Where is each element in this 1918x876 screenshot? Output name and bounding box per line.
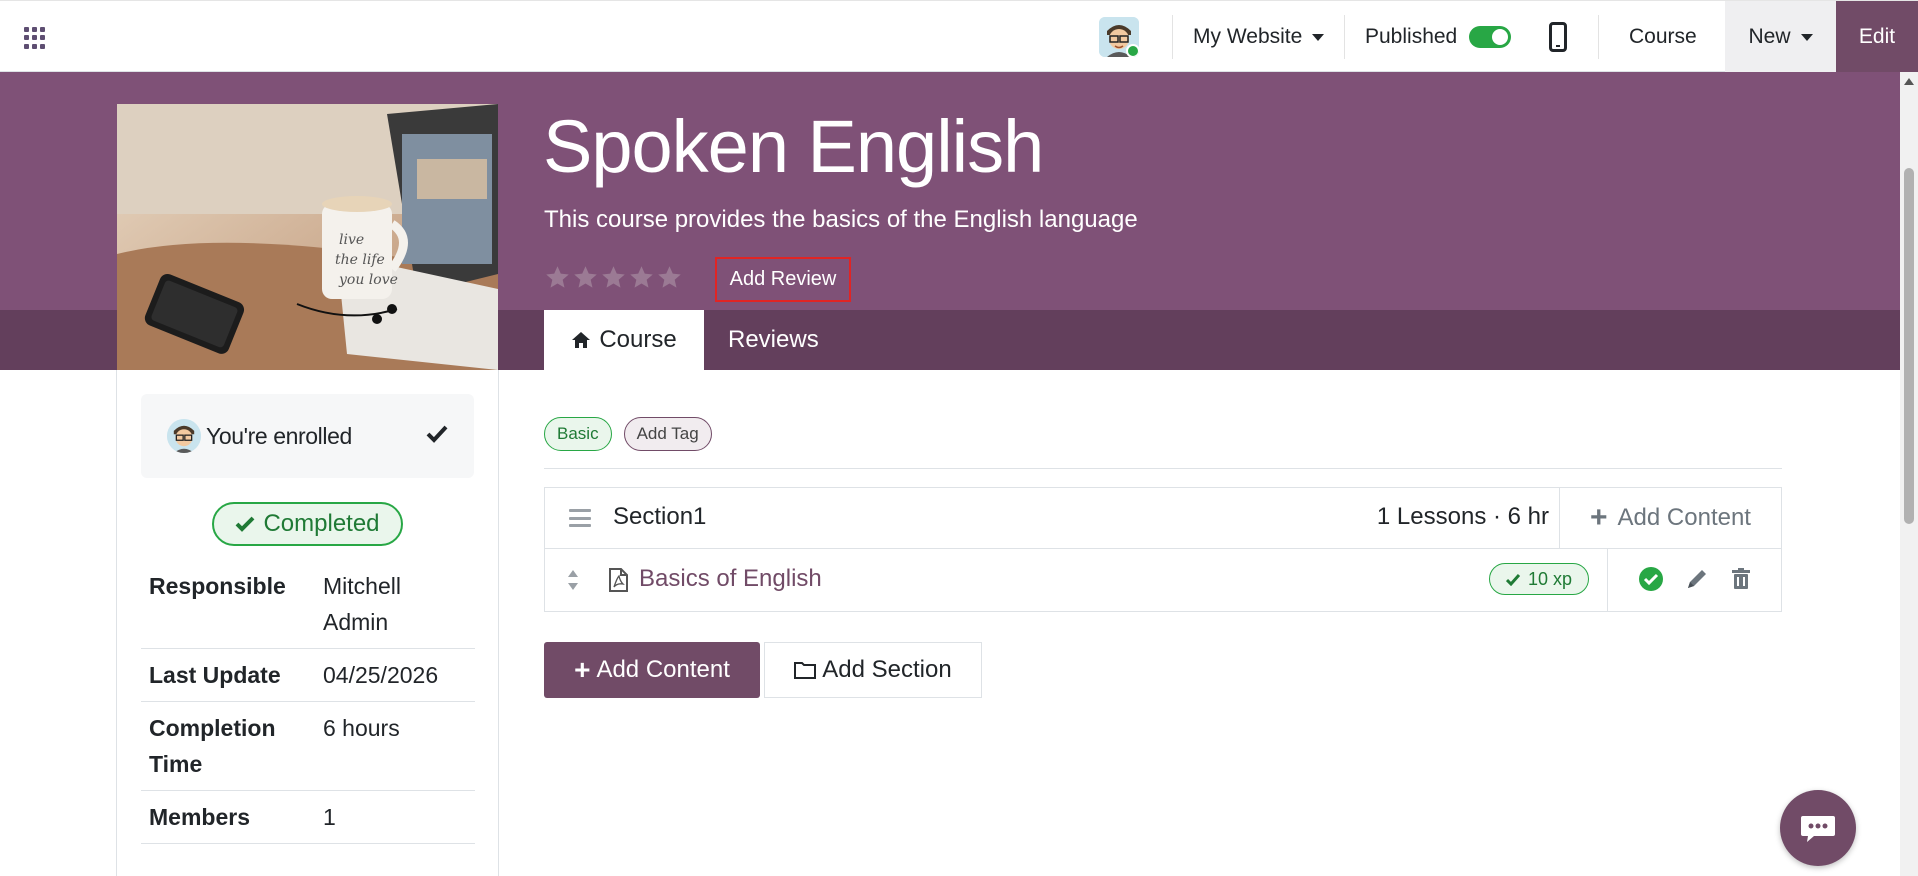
add-tag-button[interactable]: Add Tag	[623, 417, 712, 451]
xp-value: 10 xp	[1527, 568, 1573, 589]
chevron-down-icon	[1312, 33, 1325, 41]
info-value: Mitchell Admin	[323, 573, 401, 635]
star-icon	[630, 266, 653, 288]
svg-text:live: live	[339, 232, 364, 248]
info-value: 1	[323, 804, 336, 830]
plus-icon: +	[1590, 501, 1608, 534]
pencil-icon[interactable]	[1684, 566, 1710, 592]
new-button[interactable]: New	[1725, 1, 1836, 73]
info-key: Completion Time	[149, 715, 276, 777]
published-toggle[interactable]	[1469, 26, 1512, 48]
section-header: Section1 1 Lessons · 6 hr + Add Content	[545, 488, 1781, 549]
scrollbar-thumb[interactable]	[1904, 168, 1914, 524]
info-value: 6 hours	[323, 715, 400, 741]
course-description: This course provides the basics of the E…	[544, 206, 1138, 233]
divider	[1598, 15, 1599, 59]
livechat-button[interactable]	[1780, 790, 1856, 866]
chat-bubble-icon	[1801, 816, 1835, 842]
sort-handle-icon[interactable]	[567, 569, 579, 591]
tab-reviews[interactable]: Reviews	[728, 310, 819, 370]
check-circle-icon[interactable]	[1638, 566, 1664, 592]
tab-reviews-label: Reviews	[728, 326, 819, 353]
xp-badge: 10 xp	[1489, 563, 1589, 595]
tab-course[interactable]: Course	[544, 310, 704, 370]
folder-icon	[794, 662, 817, 679]
info-row-last-update: Last Update 04/25/2026	[141, 649, 475, 702]
add-section-button[interactable]: Add Section	[764, 642, 982, 698]
avatar	[167, 419, 201, 453]
course-menu-button[interactable]: Course	[1629, 1, 1697, 73]
info-value: 04/25/2026	[323, 662, 439, 688]
add-content-label: Add Content	[596, 656, 730, 683]
star-icon	[658, 266, 681, 288]
divider	[544, 468, 1782, 469]
online-status-dot	[1126, 44, 1139, 57]
tab-course-label: Course	[599, 326, 677, 353]
section-add-content-button[interactable]: + Add Content	[1559, 488, 1781, 548]
check-icon	[426, 425, 448, 443]
divider	[1344, 15, 1345, 59]
tag-basic[interactable]: Basic	[544, 417, 612, 451]
drag-handle-icon[interactable]	[569, 509, 591, 527]
enrolled-text: You're enrolled	[206, 422, 352, 449]
info-key: Members	[149, 804, 250, 830]
course-info-table: Responsible Mitchell Admin Last Update 0…	[141, 560, 475, 844]
section-title[interactable]: Section1	[613, 503, 706, 531]
section-meta: 1 Lessons · 6 hr	[1376, 503, 1549, 530]
lesson-title[interactable]: Basics of English	[639, 565, 822, 593]
rating-stars	[544, 264, 683, 291]
star-icon	[602, 266, 625, 288]
top-navbar: My Website Published Course New Edit	[0, 0, 1918, 73]
add-content-button[interactable]: + Add Content	[544, 642, 760, 698]
star-icon	[574, 266, 597, 288]
course-cover-image: live the life you love	[117, 104, 498, 370]
list-item: Basics of English 10 xp	[545, 549, 1781, 611]
published-toggle-wrap[interactable]: Published	[1365, 1, 1512, 73]
course-tags: Basic Add Tag	[544, 417, 712, 451]
plus-icon: +	[574, 654, 591, 685]
check-icon	[236, 516, 255, 532]
mobile-preview-button[interactable]	[1549, 1, 1567, 73]
star-icon	[546, 266, 569, 288]
apps-grid-icon[interactable]	[24, 27, 46, 49]
course-title: Spoken English	[543, 105, 1044, 188]
chevron-down-icon	[1800, 33, 1813, 41]
course-section: Section1 1 Lessons · 6 hr + Add Content …	[544, 487, 1782, 612]
divider	[1172, 15, 1173, 59]
edit-button[interactable]: Edit	[1836, 1, 1918, 73]
info-row-completion-time: Completion Time 6 hours	[141, 702, 475, 791]
website-switcher-label: My Website	[1193, 25, 1303, 48]
check-icon	[1505, 573, 1520, 586]
home-icon	[572, 332, 591, 348]
new-button-label: New	[1748, 25, 1791, 48]
info-row-responsible: Responsible Mitchell Admin	[141, 560, 475, 649]
edit-button-label: Edit	[1858, 25, 1896, 48]
completed-label: Completed	[263, 510, 380, 537]
svg-text:you love: you love	[338, 272, 398, 288]
sidebar-border	[116, 370, 117, 876]
enrollment-status: You're enrolled	[141, 394, 474, 478]
pdf-file-icon	[609, 568, 628, 592]
published-label: Published	[1365, 25, 1458, 48]
lesson-actions	[1607, 549, 1781, 611]
completed-badge: Completed	[212, 502, 403, 546]
mobile-phone-icon	[1549, 22, 1567, 52]
svg-text:the life: the life	[335, 252, 385, 268]
info-key: Last Update	[149, 662, 281, 688]
info-row-members: Members 1	[141, 791, 475, 844]
info-key: Responsible	[149, 573, 286, 599]
scroll-up-arrow-icon[interactable]	[1904, 78, 1914, 85]
section-add-content-label: Add Content	[1617, 504, 1751, 531]
course-menu-label: Course	[1629, 25, 1697, 48]
trash-icon[interactable]	[1728, 566, 1754, 592]
user-avatar[interactable]	[1099, 17, 1139, 57]
website-switcher[interactable]: My Website	[1193, 1, 1325, 73]
add-review-button[interactable]: Add Review	[715, 257, 851, 302]
add-section-label: Add Section	[822, 656, 952, 683]
sidebar-border	[498, 370, 499, 876]
scrollbar[interactable]	[1900, 72, 1918, 876]
